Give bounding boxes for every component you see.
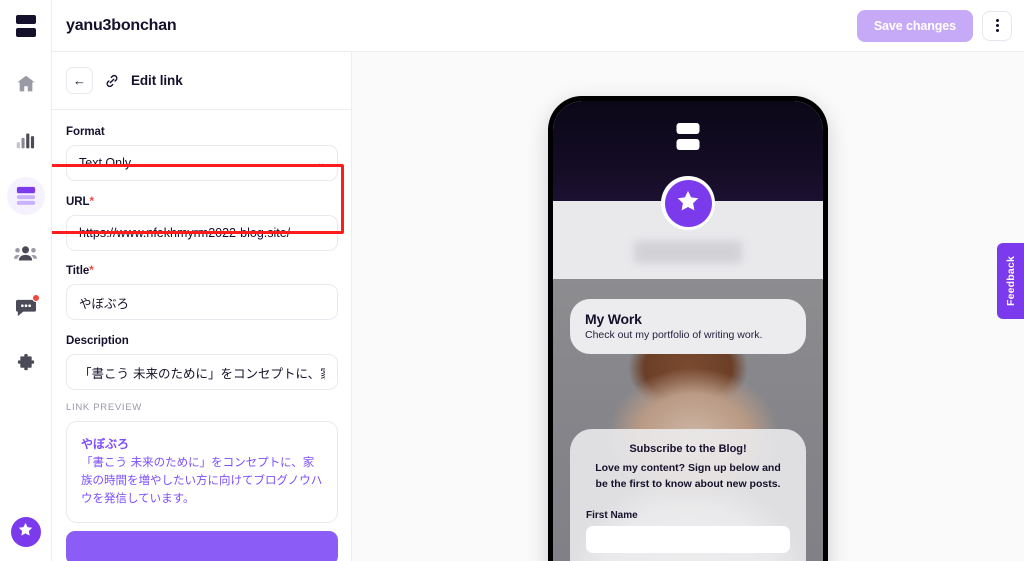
field-format: Format Text Only ⌄ bbox=[66, 126, 338, 181]
profile-name-blurred bbox=[634, 241, 742, 263]
subscribe-card: Subscribe to the Blog! Love my content? … bbox=[570, 429, 806, 561]
phone-mockup: My Work Check out my portfolio of writin… bbox=[548, 96, 828, 561]
bar-chart-icon bbox=[15, 130, 36, 151]
avatar-circle bbox=[664, 179, 712, 227]
url-value: https://www.nfekhmyrm2022-blog.site/ bbox=[79, 226, 291, 240]
sidebar-item-home[interactable] bbox=[7, 65, 45, 103]
url-required-mark: * bbox=[89, 196, 94, 208]
top-bar-actions: Save changes bbox=[856, 9, 1012, 42]
people-icon bbox=[14, 243, 37, 262]
edit-link-form: Format Text Only ⌄ URL* https://www.nfek… bbox=[52, 110, 351, 561]
links-icon bbox=[15, 186, 37, 206]
edit-link-panel: ← Edit link Format Text Only ⌄ URL* http… bbox=[52, 52, 352, 561]
puzzle-icon bbox=[15, 353, 37, 375]
subscribe-copy: Love my content? Sign up below and be th… bbox=[595, 462, 781, 490]
primary-sidebar bbox=[0, 0, 52, 561]
feedback-tab-label: Feedback bbox=[1004, 255, 1017, 307]
title-label-text: Title bbox=[66, 265, 90, 277]
save-changes-button[interactable]: Save changes bbox=[856, 9, 973, 42]
title-input[interactable]: やぼぶろ bbox=[66, 284, 338, 320]
format-label: Format bbox=[66, 126, 105, 138]
url-label: URL* bbox=[66, 196, 337, 208]
chevron-down-icon: ⌄ bbox=[316, 157, 325, 169]
format-value: Text Only bbox=[79, 156, 132, 170]
phone-header-logo bbox=[676, 123, 700, 150]
field-url: URL* https://www.nfekhmyrm2022-blog.site… bbox=[66, 196, 338, 251]
star-icon bbox=[675, 188, 701, 219]
home-icon bbox=[15, 73, 37, 95]
editor-primary-action-button[interactable] bbox=[66, 531, 338, 561]
content-body: ← Edit link Format Text Only ⌄ URL* http… bbox=[52, 52, 1024, 561]
phone-screen: My Work Check out my portfolio of writin… bbox=[553, 101, 823, 561]
messages-notification-badge bbox=[31, 294, 40, 302]
description-value: 「書こう 未来のために」をコンセプトに、家族の bbox=[79, 365, 325, 381]
my-work-title: My Work bbox=[585, 311, 642, 327]
edit-link-title: Edit link bbox=[131, 73, 183, 88]
title-value: やぼぶろ bbox=[79, 295, 130, 311]
feedback-tab[interactable]: Feedback bbox=[997, 243, 1024, 319]
first-name-input[interactable] bbox=[586, 525, 790, 553]
field-title: Title* やぼぶろ bbox=[66, 265, 338, 320]
app-logo[interactable] bbox=[13, 13, 39, 39]
link-preview-description: 「書こう 未来のために」をコンセプトに、家族の時間を増やしたい方に向けてブログノ… bbox=[81, 455, 323, 505]
link-icon bbox=[104, 73, 120, 89]
link-preview-title: やぼぶろ bbox=[81, 437, 130, 451]
sidebar-item-audience[interactable] bbox=[7, 233, 45, 271]
sidebar-item-messages[interactable] bbox=[7, 289, 45, 327]
link-preview-section-label: LINK PREVIEW bbox=[66, 402, 142, 413]
link-preview-card: やぼぶろ 「書こう 未来のために」をコンセプトに、家族の時間を増やしたい方に向け… bbox=[66, 421, 338, 524]
url-input[interactable]: https://www.nfekhmyrm2022-blog.site/ bbox=[66, 215, 338, 251]
field-description: Description 「書こう 未来のために」をコンセプトに、家族の bbox=[66, 335, 338, 390]
main-column: yanu3bonchan Save changes ← Edit link Fo… bbox=[52, 0, 1024, 561]
description-input[interactable]: 「書こう 未来のために」をコンセプトに、家族の bbox=[66, 354, 338, 390]
top-bar: yanu3bonchan Save changes bbox=[52, 0, 1024, 52]
description-label: Description bbox=[66, 335, 129, 347]
sidebar-star-badge[interactable] bbox=[10, 517, 41, 547]
page-title: yanu3bonchan bbox=[66, 16, 177, 34]
first-name-label: First Name bbox=[586, 509, 638, 521]
title-required-mark: * bbox=[89, 265, 94, 277]
my-work-link-card[interactable]: My Work Check out my portfolio of writin… bbox=[570, 299, 806, 354]
avatar bbox=[661, 176, 715, 230]
sidebar-item-integrations[interactable] bbox=[7, 345, 45, 383]
live-preview-pane: My Work Check out my portfolio of writin… bbox=[352, 52, 1024, 561]
more-options-button[interactable] bbox=[982, 10, 1012, 41]
subscribe-title: Subscribe to the Blog! bbox=[629, 443, 747, 455]
url-label-text: URL bbox=[66, 196, 90, 208]
sidebar-item-analytics[interactable] bbox=[7, 121, 45, 159]
title-label: Title* bbox=[66, 265, 337, 277]
star-icon bbox=[17, 521, 34, 543]
format-select[interactable]: Text Only ⌄ bbox=[66, 145, 338, 181]
edit-link-header: ← Edit link bbox=[52, 52, 351, 110]
back-button[interactable]: ← bbox=[66, 67, 93, 94]
my-work-subtitle: Check out my portfolio of writing work. bbox=[585, 329, 763, 341]
sidebar-item-links[interactable] bbox=[6, 177, 45, 215]
app-root: yanu3bonchan Save changes ← Edit link Fo… bbox=[0, 0, 1024, 561]
